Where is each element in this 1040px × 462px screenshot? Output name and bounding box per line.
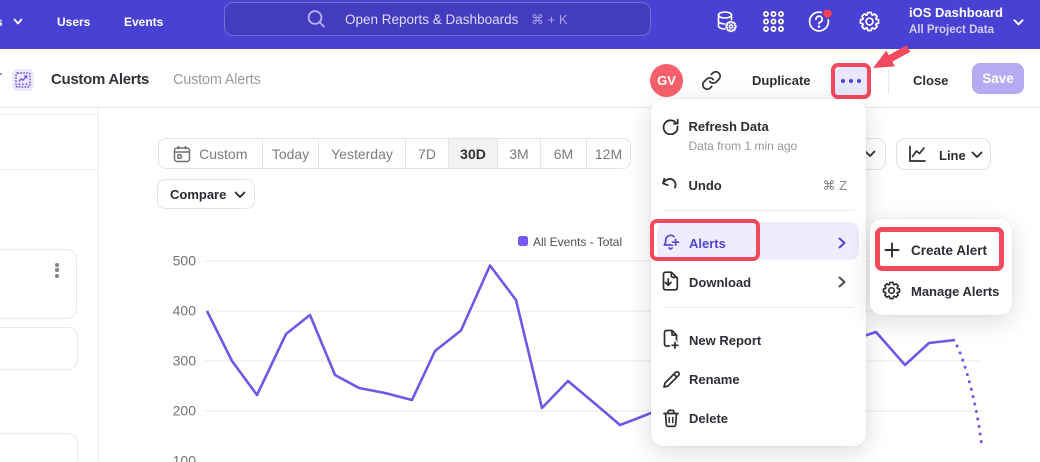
svg-text:300: 300 — [173, 353, 197, 369]
svg-text:100: 100 — [173, 453, 197, 462]
svg-text:400: 400 — [173, 303, 197, 319]
svg-text:200: 200 — [173, 403, 197, 419]
svg-text:500: 500 — [173, 253, 197, 269]
